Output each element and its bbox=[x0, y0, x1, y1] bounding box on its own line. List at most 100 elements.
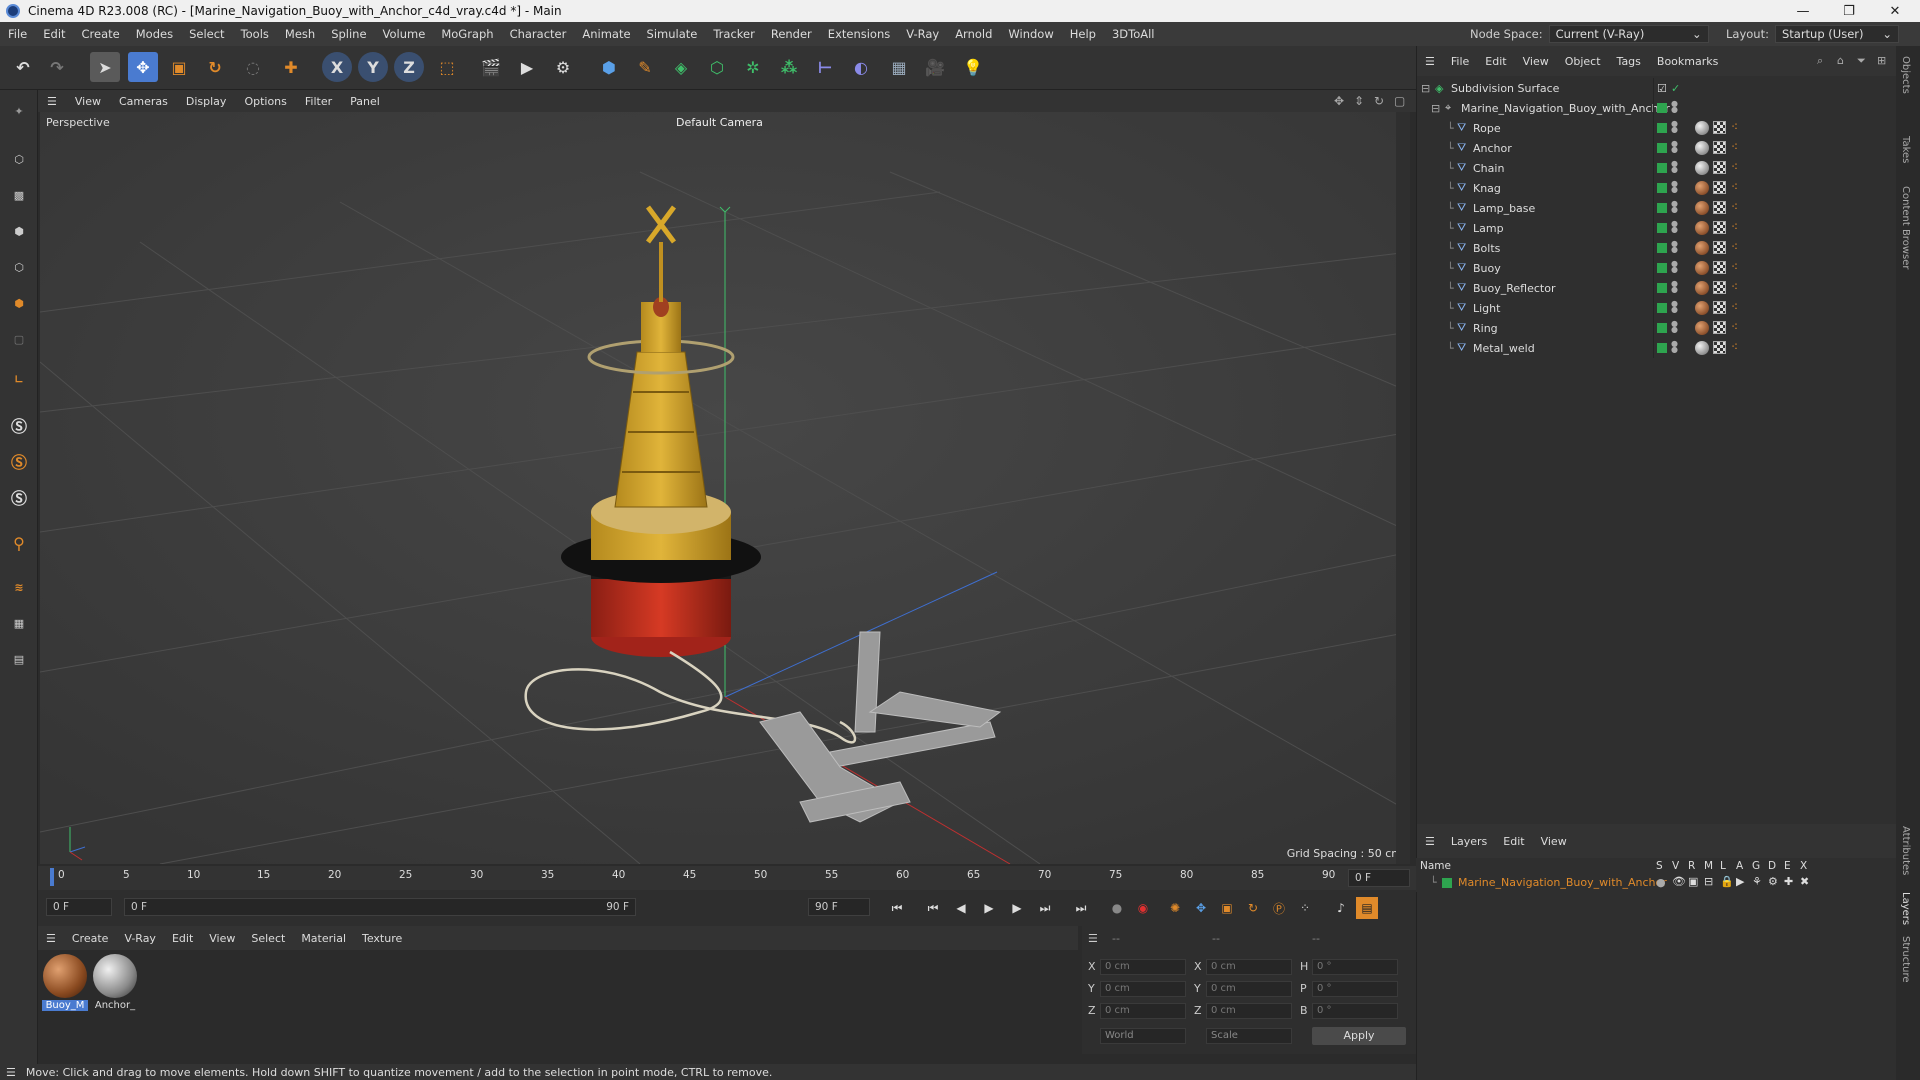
next-key-icon[interactable]: ⏭ bbox=[1034, 897, 1056, 919]
size-mode-dropdown[interactable]: Scale bbox=[1206, 1028, 1292, 1044]
selection-tag-icon[interactable]: ⁖ bbox=[1731, 320, 1738, 334]
key-parameter-icon[interactable]: Ⓟ bbox=[1268, 897, 1290, 919]
viewport-nav-move-icon[interactable]: ✥ bbox=[1334, 94, 1344, 108]
collapse-icon[interactable]: ⊟ bbox=[1421, 82, 1430, 95]
rotate-tool-icon[interactable]: ↻ bbox=[200, 52, 230, 82]
viewport-scrollbar[interactable] bbox=[1396, 112, 1410, 864]
solo-hierarchy-icon[interactable]: Ⓢ bbox=[4, 446, 34, 476]
layer-color-icon[interactable] bbox=[1657, 103, 1667, 113]
layer-color-icon[interactable] bbox=[1657, 163, 1667, 173]
visibility-dots-icon[interactable]: ● ● bbox=[1671, 320, 1678, 335]
visibility-dots-icon[interactable]: ● ● bbox=[1671, 220, 1678, 235]
menu-tools[interactable]: Tools bbox=[233, 27, 277, 41]
mograph-icon[interactable]: ⁂ bbox=[774, 52, 804, 82]
node-space-dropdown[interactable]: Current (V-Ray) ⌄ bbox=[1548, 25, 1709, 43]
viewport-menu-filter[interactable]: Filter bbox=[296, 95, 341, 108]
selection-tag-icon[interactable]: ⁖ bbox=[1731, 180, 1738, 194]
uvw-tag-icon[interactable] bbox=[1713, 181, 1726, 194]
layer-color-icon[interactable] bbox=[1657, 183, 1667, 193]
checkmark-icon[interactable]: ✓ bbox=[1671, 82, 1680, 95]
timeline-ruler[interactable]: 0 5 10 15 20 25 30 35 40 45 50 55 60 65 … bbox=[38, 866, 1416, 890]
menu-modes[interactable]: Modes bbox=[128, 27, 181, 41]
hamburger-icon[interactable]: ☰ bbox=[1417, 835, 1443, 848]
material-tag-icon[interactable] bbox=[1695, 181, 1709, 195]
render-settings-icon[interactable]: ⚙ bbox=[548, 52, 578, 82]
workplane-icon[interactable]: ≋ bbox=[4, 572, 34, 602]
layer-name[interactable]: Marine_Navigation_Buoy_with_Anchor bbox=[1458, 876, 1667, 889]
layers-menu-view[interactable]: View bbox=[1533, 835, 1575, 848]
coordinate-system-icon[interactable]: ⬚ bbox=[432, 52, 462, 82]
cloner-icon[interactable]: ✲ bbox=[738, 52, 768, 82]
minimize-button[interactable]: — bbox=[1780, 0, 1826, 22]
viewport-menu-cameras[interactable]: Cameras bbox=[110, 95, 177, 108]
object-row-light[interactable]: └ ⛛ Light ● ● ⁖ bbox=[1417, 298, 1897, 318]
material-tag-icon[interactable] bbox=[1695, 301, 1709, 315]
deformer-flag-icon[interactable]: ⚙ bbox=[1768, 875, 1778, 888]
position-x-field[interactable]: 0 cm bbox=[1100, 959, 1186, 975]
uv-mode-icon[interactable]: ▢ bbox=[4, 324, 34, 354]
object-menu-view[interactable]: View bbox=[1515, 55, 1557, 68]
make-editable-icon[interactable]: ✦ bbox=[4, 96, 34, 126]
object-row-ring[interactable]: └ ⛛ Ring ● ● ⁖ bbox=[1417, 318, 1897, 338]
polygons-mode-icon[interactable]: ⬢ bbox=[4, 288, 34, 318]
object-menu-object[interactable]: Object bbox=[1557, 55, 1609, 68]
visibility-dots-icon[interactable]: ● ● bbox=[1671, 340, 1678, 355]
end-frame-field[interactable]: 90 F bbox=[808, 898, 870, 916]
axis-y-button[interactable]: Y bbox=[358, 52, 388, 82]
axis-mode-icon[interactable]: ∟ bbox=[4, 364, 34, 394]
visibility-dots-icon[interactable]: ● ● bbox=[1671, 180, 1678, 195]
uvw-tag-icon[interactable] bbox=[1713, 241, 1726, 254]
menu-help[interactable]: Help bbox=[1062, 27, 1104, 41]
object-menu-bookmarks[interactable]: Bookmarks bbox=[1649, 55, 1726, 68]
transform-icon[interactable]: ✚ bbox=[276, 52, 306, 82]
hamburger-icon[interactable]: ☰ bbox=[38, 95, 66, 108]
animation-flag-icon[interactable]: ▶ bbox=[1736, 875, 1744, 888]
layer-color-icon[interactable] bbox=[1657, 343, 1667, 353]
visibility-dots-icon[interactable]: ● ● bbox=[1671, 240, 1678, 255]
key-pla-icon[interactable]: ⁘ bbox=[1294, 897, 1316, 919]
visibility-dots-icon[interactable]: ● ● bbox=[1671, 120, 1678, 135]
material-menu-create[interactable]: Create bbox=[64, 932, 117, 945]
3d-viewport[interactable]: Perspective Default Camera Grid Spacing … bbox=[40, 112, 1410, 864]
rotation-p-field[interactable]: 0 ° bbox=[1312, 981, 1398, 997]
key-position-icon[interactable]: ✥ bbox=[1190, 897, 1212, 919]
solo-off-icon[interactable]: Ⓢ bbox=[4, 482, 34, 512]
menu-arnold[interactable]: Arnold bbox=[947, 27, 1000, 41]
cube-icon[interactable]: ⬢ bbox=[594, 52, 624, 82]
menu-file[interactable]: File bbox=[0, 27, 35, 41]
uvw-tag-icon[interactable] bbox=[1713, 321, 1726, 334]
object-row-anchor[interactable]: └ ⛛ Anchor ● ● ⁖ bbox=[1417, 138, 1897, 158]
layer-color-icon[interactable] bbox=[1657, 283, 1667, 293]
layer-color-icon[interactable] bbox=[1657, 223, 1667, 233]
viewport-menu-display[interactable]: Display bbox=[177, 95, 236, 108]
maximize-button[interactable]: ❐ bbox=[1826, 0, 1872, 22]
apply-button[interactable]: Apply bbox=[1312, 1027, 1406, 1045]
material-tag-icon[interactable] bbox=[1695, 221, 1709, 235]
menu-tracker[interactable]: Tracker bbox=[705, 27, 763, 41]
select-arrow-icon[interactable]: ➤ bbox=[90, 52, 120, 82]
selection-tag-icon[interactable]: ⁖ bbox=[1731, 340, 1738, 354]
visibility-dots-icon[interactable]: ● ● bbox=[1671, 300, 1678, 315]
uvw-tag-icon[interactable] bbox=[1713, 221, 1726, 234]
rotation-b-field[interactable]: 0 ° bbox=[1312, 1003, 1398, 1019]
selection-tag-icon[interactable]: ⁖ bbox=[1731, 140, 1738, 154]
object-menu-file[interactable]: File bbox=[1443, 55, 1477, 68]
menu-mograph[interactable]: MoGraph bbox=[433, 27, 501, 41]
previous-frame-icon[interactable]: ◀ bbox=[950, 897, 972, 919]
object-row-knag[interactable]: └ ⛛ Knag ● ● ⁖ bbox=[1417, 178, 1897, 198]
selection-tag-icon[interactable]: ⁖ bbox=[1731, 220, 1738, 234]
position-z-field[interactable]: 0 cm bbox=[1100, 1003, 1186, 1019]
tab-layers[interactable]: Layers bbox=[1900, 892, 1911, 925]
hamburger-icon[interactable]: ☰ bbox=[38, 932, 64, 945]
grid-icon[interactable]: ▦ bbox=[4, 608, 34, 638]
axis-z-button[interactable]: Z bbox=[394, 52, 424, 82]
layers-menu-edit[interactable]: Edit bbox=[1495, 835, 1532, 848]
object-row-group[interactable]: ⊟ ⌖ Marine_Navigation_Buoy_with_Anchor ●… bbox=[1417, 98, 1897, 118]
render-flag-icon[interactable]: ▣ bbox=[1688, 875, 1698, 888]
redo-icon[interactable]: ↷ bbox=[42, 52, 72, 82]
move-tool-icon[interactable]: ✥ bbox=[128, 52, 158, 82]
object-row-buoy[interactable]: └ ⛛ Buoy ● ● ⁖ bbox=[1417, 258, 1897, 278]
viewport-menu-panel[interactable]: Panel bbox=[341, 95, 389, 108]
menu-volume[interactable]: Volume bbox=[375, 27, 434, 41]
material-tag-icon[interactable] bbox=[1695, 201, 1709, 215]
